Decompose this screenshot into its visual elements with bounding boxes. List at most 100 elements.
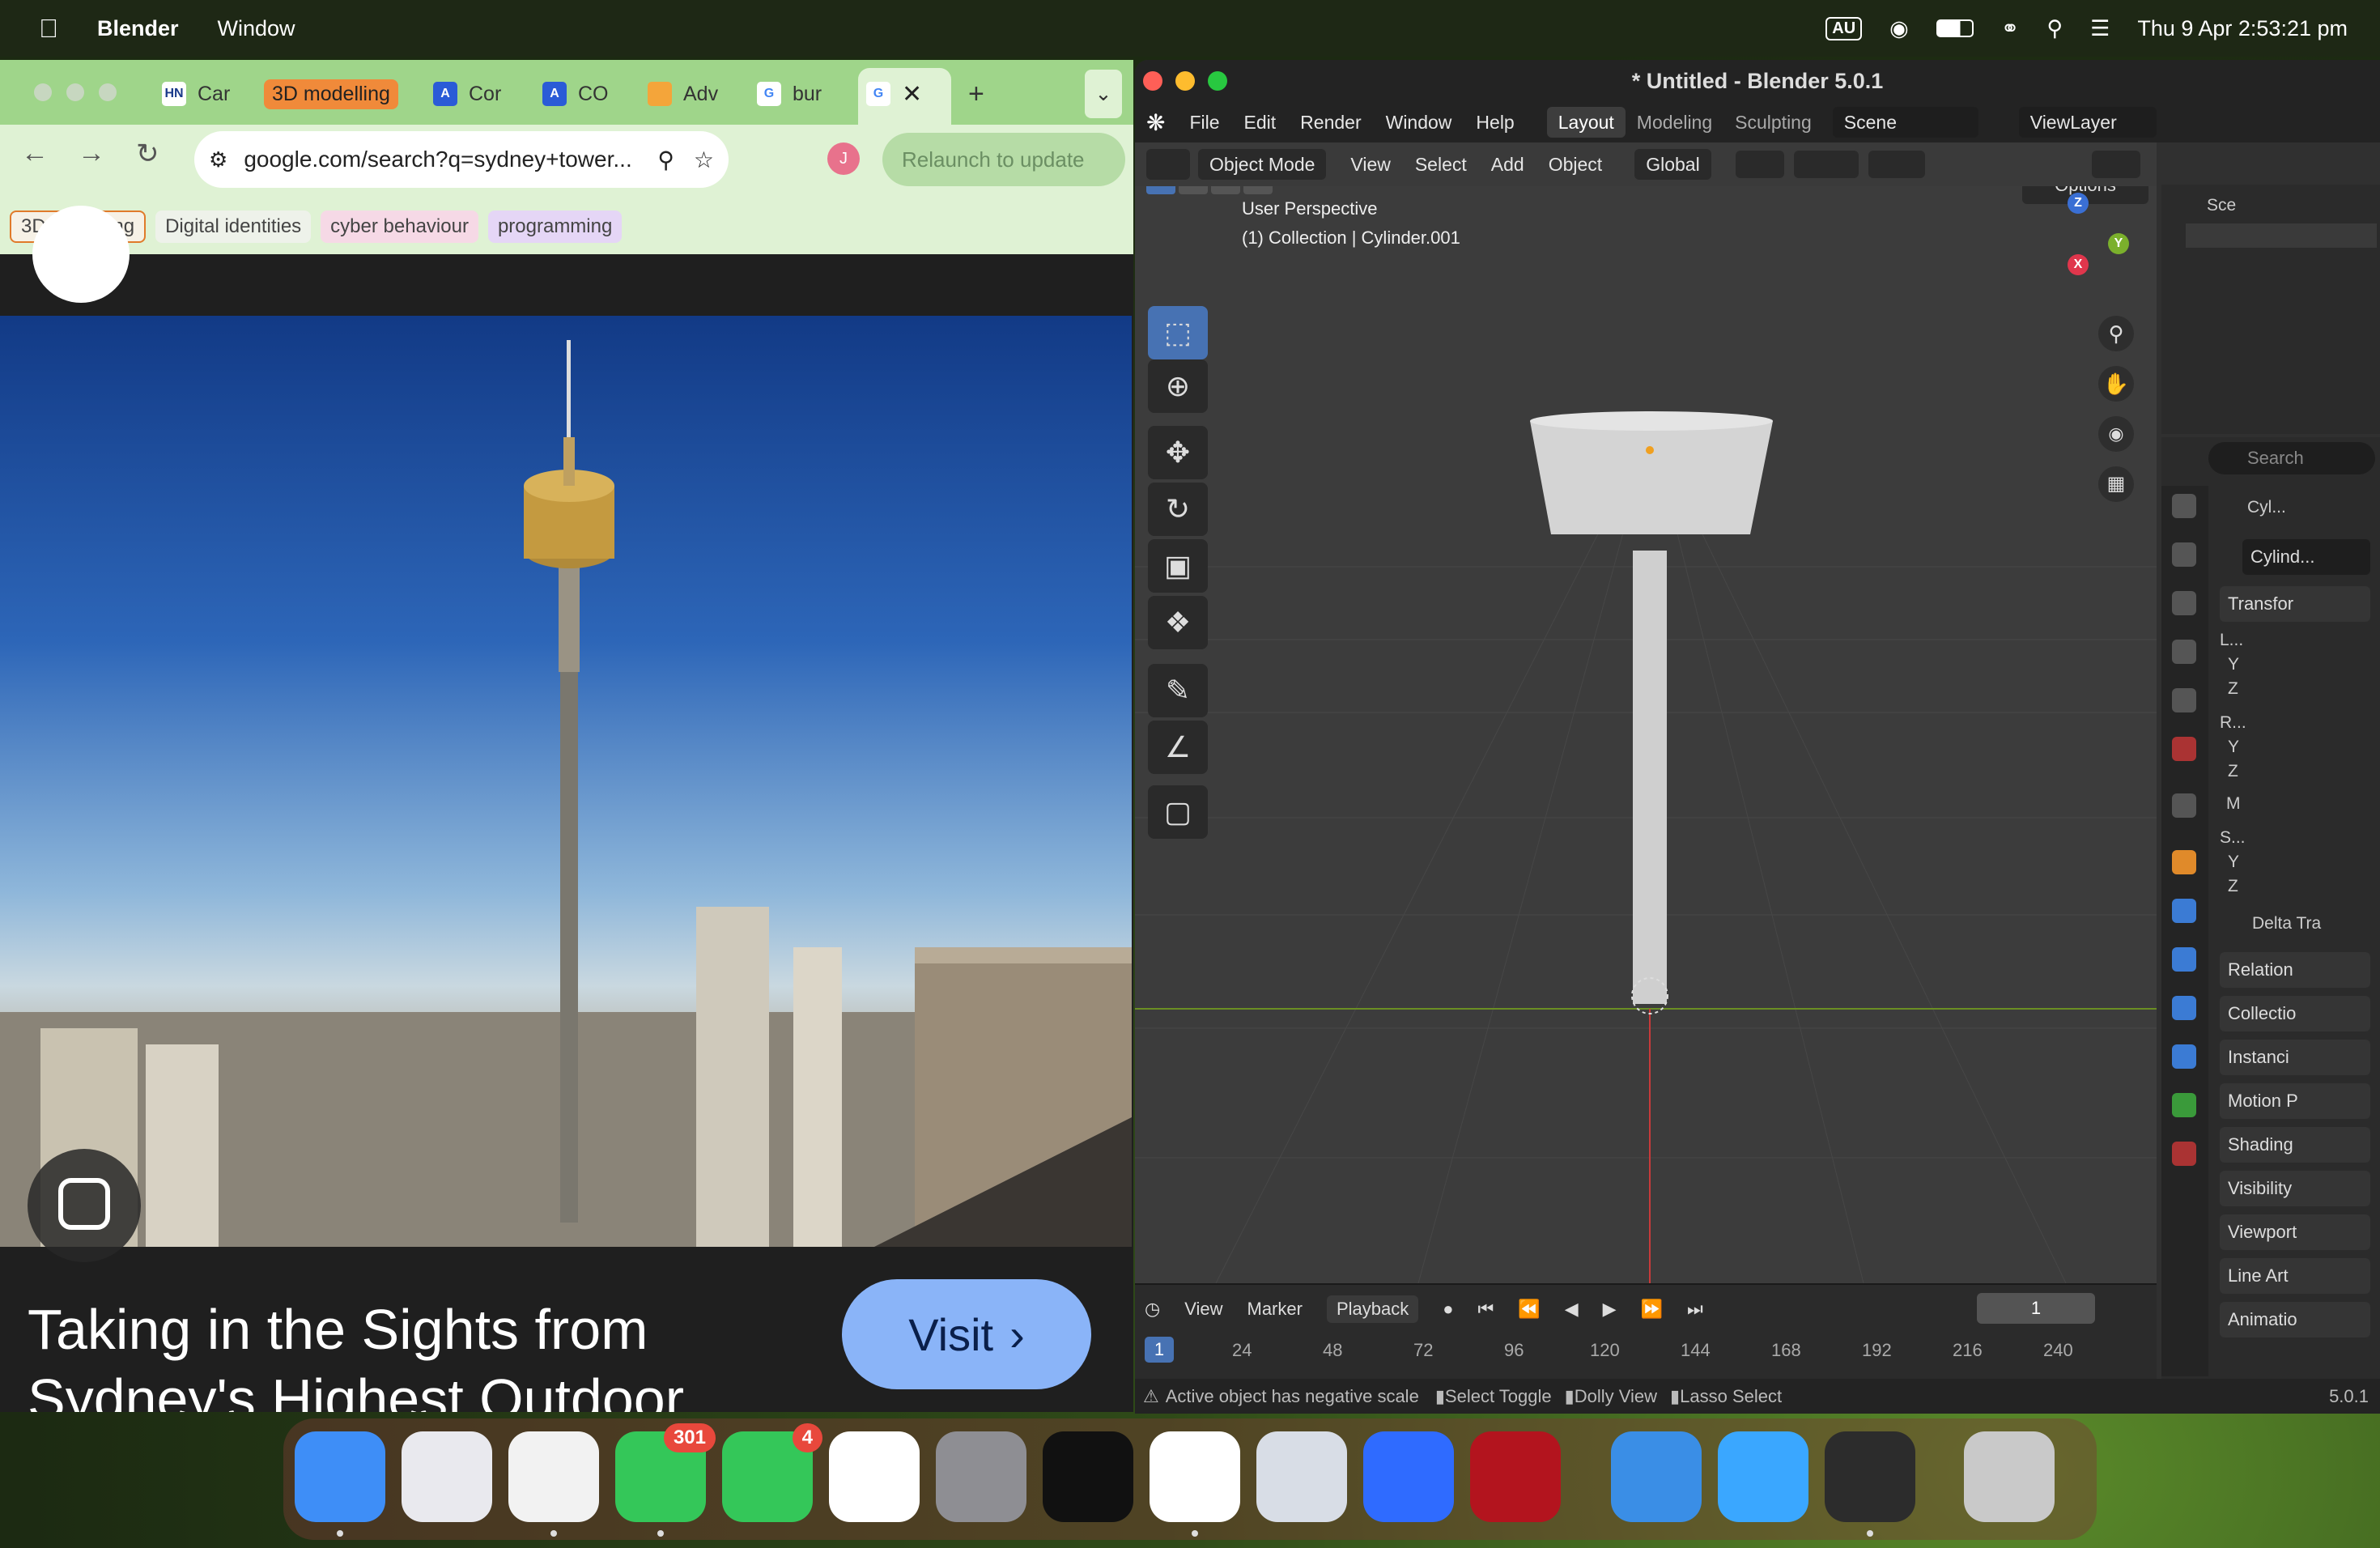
panel-visibility[interactable]: Visibility — [2220, 1171, 2370, 1206]
location-icon[interactable]: ◉ — [1889, 16, 1909, 41]
viewlayer-selector[interactable]: ViewLayer — [2018, 107, 2157, 138]
workspace-tab-modeling[interactable]: Modeling — [1626, 107, 1723, 138]
timeline-menu-playback[interactable]: Playback — [1326, 1295, 1419, 1323]
rotate-tool[interactable]: ↻ — [1148, 483, 1208, 536]
object-name-field[interactable]: Cyl... — [2220, 494, 2370, 521]
preview-app[interactable] — [1256, 1431, 1347, 1522]
profile-avatar[interactable]: J — [827, 142, 860, 175]
close-light[interactable] — [34, 83, 52, 101]
editor-type-icon[interactable] — [1146, 149, 1190, 180]
jump-end-icon[interactable]: ⏭ — [1687, 1299, 1703, 1320]
prop-row[interactable]: Y — [2220, 734, 2370, 761]
outliner-row[interactable] — [2186, 256, 2377, 280]
next-keyframe-icon[interactable]: ⏩ — [1641, 1299, 1663, 1320]
gizmo-x-axis[interactable]: X — [2068, 254, 2089, 275]
bookmark-digital-identities[interactable]: Digital identities — [155, 211, 312, 243]
orientation-selector[interactable]: Global — [1634, 149, 1711, 180]
battery-icon[interactable] — [1936, 19, 1974, 37]
gizmo-y-axis[interactable]: Y — [2108, 233, 2129, 254]
apple-icon[interactable]:  — [39, 14, 58, 44]
jump-start-icon[interactable]: ⏮ — [1478, 1299, 1494, 1320]
visibility-icon[interactable] — [2092, 151, 2140, 178]
tab-3d-modelling[interactable]: 3D modelling — [264, 70, 398, 118]
ortho-grid-icon[interactable]: ▦ — [2098, 466, 2134, 502]
zoom-light[interactable] — [1208, 71, 1227, 91]
header-menu-add[interactable]: Add — [1491, 154, 1524, 176]
app-menu[interactable]: Blender — [97, 16, 179, 41]
prop-row[interactable]: R... — [2220, 709, 2370, 737]
current-frame-field[interactable]: 1 — [1977, 1293, 2095, 1324]
pivot-icon[interactable] — [1735, 151, 1784, 178]
relaunch-button[interactable]: Relaunch to update — [882, 133, 1125, 186]
3d-viewport[interactable]: ⬚ ⊕ ✥ ↻ ▣ ❖ ✎ ∠ ▢ User Perspective (1) C… — [1135, 186, 2157, 1283]
outliner-row[interactable] — [2186, 288, 2377, 313]
timeline-ruler[interactable]: 1 24 48 72 96 120 144 168 192 216 240 — [1135, 1335, 2157, 1367]
new-tab-button[interactable]: + — [968, 70, 984, 118]
keyboard-layout[interactable]: AU — [1825, 16, 1863, 40]
clock-icon[interactable]: ◷ — [1145, 1299, 1160, 1320]
tab-cor[interactable]: A Cor — [433, 70, 501, 118]
prop-row[interactable]: Z — [2220, 758, 2370, 785]
annotate-tool[interactable]: ✎ — [1148, 664, 1208, 717]
tab-google-active[interactable]: G ✕ — [866, 70, 922, 118]
output-tab-icon[interactable] — [2172, 591, 2196, 615]
measure-tool[interactable]: ∠ — [1148, 721, 1208, 774]
prop-row[interactable]: Y — [2220, 848, 2370, 876]
bookmark-programming[interactable]: programming — [487, 211, 623, 243]
workspace-tab-layout[interactable]: Layout — [1546, 107, 1626, 138]
data-tab-icon[interactable] — [2172, 1093, 2196, 1117]
panel-relations[interactable]: Relation — [2220, 952, 2370, 988]
play-reverse-icon[interactable]: ◀ — [1565, 1299, 1579, 1320]
menu-file[interactable]: File — [1189, 112, 1219, 134]
add-cube-tool[interactable]: ▢ — [1148, 785, 1208, 839]
world-tab-icon[interactable] — [2172, 737, 2196, 761]
move-tool[interactable]: ✥ — [1148, 426, 1208, 479]
scene-collection-label[interactable]: Sce — [2207, 196, 2236, 215]
lemon-app[interactable] — [1718, 1431, 1808, 1522]
bookmark-cyber-behaviour[interactable]: cyber behaviour — [321, 211, 478, 243]
collection-tab-icon[interactable] — [2172, 793, 2196, 818]
panel-motion-paths[interactable]: Motion P — [2220, 1083, 2370, 1119]
trash-app[interactable] — [1964, 1431, 2055, 1522]
panel-line-art[interactable]: Line Art — [2220, 1258, 2370, 1294]
header-menu-select[interactable]: Select — [1415, 154, 1467, 176]
panel-animation[interactable]: Animatio — [2220, 1302, 2370, 1337]
minimize-light[interactable] — [1175, 71, 1195, 91]
panel-instancing[interactable]: Instanci — [2220, 1040, 2370, 1075]
site-info-icon[interactable]: ⚙ — [209, 147, 227, 172]
menu-window[interactable]: Window — [218, 16, 295, 41]
select-new-icon[interactable] — [1146, 186, 1175, 194]
prev-keyframe-icon[interactable]: ⏪ — [1518, 1299, 1540, 1320]
header-menu-view[interactable]: View — [1350, 154, 1390, 176]
launchpad-app[interactable] — [402, 1431, 492, 1522]
physics-tab-icon[interactable] — [2172, 996, 2196, 1020]
prop-row[interactable]: L... — [2220, 627, 2370, 654]
tab-co[interactable]: A CO — [542, 70, 609, 118]
zoom-icon[interactable]: ⚲ — [2098, 316, 2134, 351]
google-lens-button[interactable] — [28, 1149, 141, 1262]
outliner[interactable]: Sce — [2161, 142, 2380, 434]
select-intersect-icon[interactable] — [1243, 186, 1273, 194]
panel-shading[interactable]: Shading — [2220, 1127, 2370, 1163]
spotify-app[interactable] — [1043, 1431, 1133, 1522]
wps-app[interactable] — [1470, 1431, 1561, 1522]
zoom-search-icon[interactable]: ⚲ — [657, 147, 674, 173]
search-icon[interactable]: ⚲ — [2046, 16, 2063, 41]
messages-app[interactable]: 301 — [615, 1423, 716, 1537]
back-icon[interactable]: ← — [21, 138, 49, 169]
menu-render[interactable]: Render — [1300, 112, 1361, 134]
blender-logo-icon[interactable]: ❋ — [1146, 109, 1165, 136]
play-icon[interactable]: ▶ — [1603, 1299, 1617, 1320]
close-tab-icon[interactable]: ✕ — [902, 80, 922, 108]
workspace-tab-sculpting[interactable]: Sculpting — [1723, 107, 1823, 138]
address-bar[interactable]: ⚙ google.com/search?q=sydney+tower... ⚲ … — [194, 131, 729, 188]
blender-app[interactable] — [1825, 1431, 1915, 1537]
select-extend-icon[interactable] — [1179, 186, 1208, 194]
prop-row[interactable]: Y — [2220, 651, 2370, 678]
prop-row[interactable]: S... — [2220, 824, 2370, 852]
prop-row[interactable]: Z — [2220, 873, 2370, 900]
tab-search-icon[interactable]: ⌄ — [1085, 70, 1122, 118]
forward-icon[interactable]: → — [78, 138, 105, 169]
pan-hand-icon[interactable]: ✋ — [2098, 366, 2134, 402]
timeline-menu-view[interactable]: View — [1184, 1299, 1222, 1320]
